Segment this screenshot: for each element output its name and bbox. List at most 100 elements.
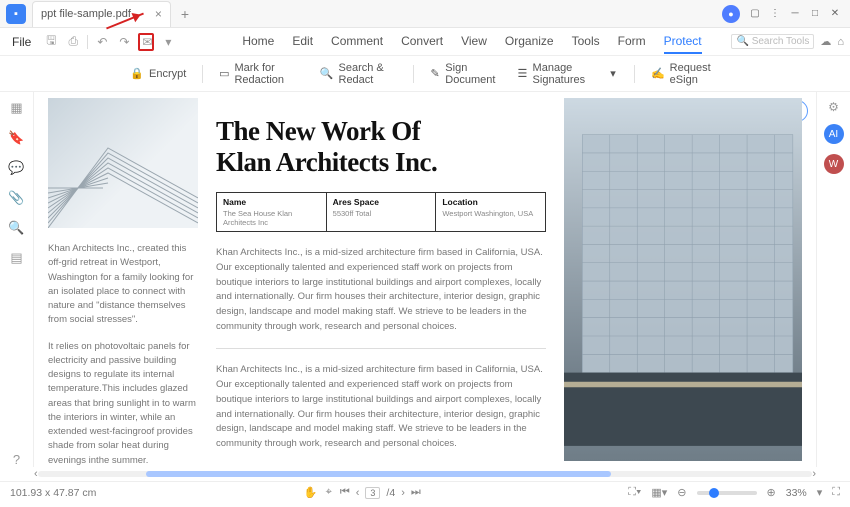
undo-icon[interactable]: ↶: [94, 35, 110, 49]
fields-icon[interactable]: ▤: [10, 250, 22, 266]
zoom-slider[interactable]: [697, 491, 757, 495]
zoom-value: 33%: [786, 487, 807, 499]
search-placeholder: Search Tools: [752, 36, 810, 47]
dropdown-icon[interactable]: ▾: [160, 35, 176, 49]
document-tab[interactable]: ppt file-sample.pdf ×: [32, 1, 171, 27]
maximize-button[interactable]: □: [806, 5, 824, 23]
separator: [413, 65, 414, 83]
cloud-icon[interactable]: ☁: [820, 35, 831, 48]
signatures-icon: ☰: [517, 67, 527, 81]
lock-icon: 🔒: [130, 67, 144, 81]
first-page-icon[interactable]: ⏮: [340, 486, 350, 499]
more-icon[interactable]: ⋮: [766, 5, 784, 23]
horizontal-scrollbar[interactable]: ‹ ›: [0, 467, 850, 481]
attachments-icon[interactable]: 📎: [8, 190, 24, 206]
scroll-track[interactable]: [38, 471, 813, 477]
tab-convert[interactable]: Convert: [401, 30, 443, 54]
td-space: 5530ff Total: [333, 209, 430, 218]
document-canvas[interactable]: ⇪ Khan Architects Inc., created this off…: [34, 92, 816, 467]
search-tools-input[interactable]: 🔍 Search Tools: [731, 34, 814, 49]
redact-icon: ▭: [219, 67, 229, 81]
next-page-icon[interactable]: ›: [401, 487, 405, 499]
ai-chip-icon[interactable]: AI: [824, 124, 844, 144]
tab-comment[interactable]: Comment: [331, 30, 383, 54]
fullscreen-icon[interactable]: ⛶: [832, 486, 840, 499]
zoom-dropdown-icon[interactable]: ▾: [817, 486, 823, 499]
select-tool-icon[interactable]: ⌖: [326, 486, 332, 499]
sign-document-button[interactable]: ✎Sign Document: [430, 62, 501, 86]
tab-view[interactable]: View: [461, 30, 487, 54]
hand-tool-icon[interactable]: ✋: [304, 486, 318, 499]
mark-redaction-label: Mark for Redaction: [234, 62, 303, 86]
tab-organize[interactable]: Organize: [505, 30, 554, 54]
statusbar: 101.93 x 47.87 cm ✋ ⌖ ⏮ ‹ 3 /4 › ⏭ ⛶▾ ▦▾…: [0, 481, 850, 503]
manage-signatures-button[interactable]: ☰Manage Signatures▾: [517, 62, 618, 86]
encrypt-label: Encrypt: [149, 68, 186, 80]
email-icon[interactable]: ✉: [138, 33, 154, 51]
save-icon[interactable]: 🖫: [43, 31, 59, 52]
document-title: The New Work Of Klan Architects Inc.: [216, 116, 546, 178]
left-paragraph-2: It relies on photovoltaic panels for ele…: [48, 340, 198, 468]
prev-page-icon[interactable]: ‹: [356, 487, 360, 499]
new-tab-button[interactable]: +: [181, 6, 189, 22]
th-space: Ares Space: [333, 197, 430, 207]
request-esign-button[interactable]: ✍ Request eSign: [651, 62, 720, 86]
right-sidebar: ⚙ AI W: [816, 92, 850, 467]
page-number-input[interactable]: 3: [365, 487, 380, 499]
title-line-2: Klan Architects Inc.: [216, 147, 437, 177]
esign-icon: ✍: [651, 67, 665, 81]
left-column: Khan Architects Inc., created this off-g…: [48, 98, 198, 461]
zoom-out-icon[interactable]: ⊖: [677, 486, 686, 499]
request-esign-label: Request eSign: [670, 62, 720, 86]
architecture-image-1: [48, 98, 198, 228]
print-icon[interactable]: ⎙: [65, 34, 81, 49]
home-icon[interactable]: ⌂: [837, 36, 844, 48]
encrypt-button[interactable]: 🔒 Encrypt: [130, 67, 186, 81]
share-icon[interactable]: ▢: [746, 5, 764, 23]
mid-paragraph-1: Khan Architects Inc., is a mid-sized arc…: [216, 246, 546, 334]
thumbnails-icon[interactable]: ▦: [10, 100, 22, 116]
page: Khan Architects Inc., created this off-g…: [48, 98, 802, 461]
single-page-icon[interactable]: ▦▾: [651, 486, 667, 499]
pager: ⏮ ‹ 3 /4 › ⏭: [340, 486, 421, 499]
user-avatar-icon[interactable]: ●: [722, 5, 740, 23]
mark-redaction-button[interactable]: ▭ Mark for Redaction: [219, 62, 304, 86]
help-icon[interactable]: ?: [13, 452, 20, 467]
tab-form[interactable]: Form: [618, 30, 646, 54]
zoom-knob[interactable]: [709, 488, 719, 498]
fit-width-icon[interactable]: ⛶▾: [628, 486, 641, 499]
tab-protect[interactable]: Protect: [664, 30, 702, 54]
left-paragraph-1: Khan Architects Inc., created this off-g…: [48, 242, 198, 328]
tab-edit[interactable]: Edit: [292, 30, 313, 54]
comments-icon[interactable]: 💬: [8, 160, 24, 176]
tab-filename: ppt file-sample.pdf: [41, 8, 131, 20]
td-name: The Sea House Klan Architects Inc: [223, 209, 320, 227]
tab-home[interactable]: Home: [242, 30, 274, 54]
close-window-button[interactable]: ✕: [826, 5, 844, 23]
sign-icon: ✎: [430, 67, 440, 81]
settings-icon[interactable]: ⚙: [828, 100, 839, 114]
zoom-in-icon[interactable]: ⊕: [767, 486, 776, 499]
scroll-right-icon[interactable]: ›: [812, 468, 816, 480]
search-redact-button[interactable]: 🔍Search & Redact: [320, 62, 397, 86]
word-chip-icon[interactable]: W: [824, 154, 844, 174]
last-page-icon[interactable]: ⏭: [411, 486, 421, 499]
separator: [634, 65, 635, 83]
close-tab-icon[interactable]: ×: [155, 7, 162, 21]
minimize-button[interactable]: ─: [786, 5, 804, 23]
scroll-thumb[interactable]: [146, 471, 611, 477]
tab-tools[interactable]: Tools: [572, 30, 600, 54]
info-table: NameThe Sea House Klan Architects Inc Ar…: [216, 192, 546, 232]
separator: [87, 35, 88, 49]
main-area: ▦ 🔖 💬 📎 🔍 ▤ ? ⇪ Khan Architects Inc., cr…: [0, 92, 850, 467]
bookmarks-icon[interactable]: 🔖: [8, 130, 24, 146]
app-icon: ▪: [6, 4, 26, 24]
search-panel-icon[interactable]: 🔍: [8, 220, 24, 236]
separator: [202, 65, 203, 83]
file-menu[interactable]: File: [6, 35, 37, 49]
menubar: File 🖫 ⎙ ↶ ↷ ✉ ▾ Home Edit Comment Conve…: [0, 28, 850, 56]
redo-icon[interactable]: ↷: [116, 35, 132, 49]
architecture-image-2: [564, 98, 802, 461]
quick-access: 🖫 ⎙ ↶ ↷ ✉ ▾: [43, 31, 176, 52]
title-line-1: The New Work Of: [216, 116, 420, 146]
